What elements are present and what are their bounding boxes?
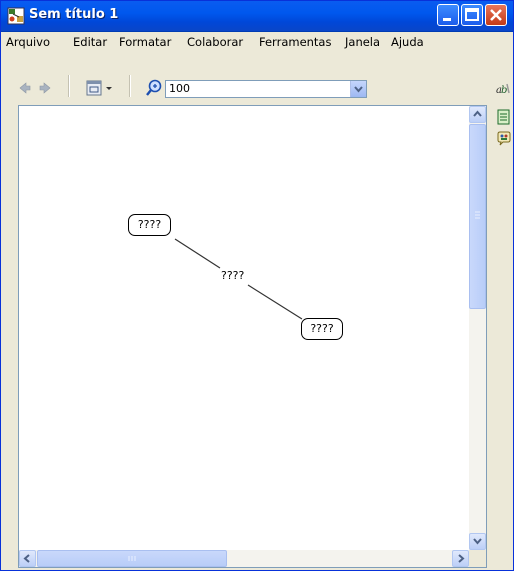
map-canvas-frame: ???? ???? ???? xyxy=(18,105,487,568)
close-button[interactable] xyxy=(485,4,507,26)
close-icon xyxy=(490,9,502,21)
menu-ajuda[interactable]: Ajuda xyxy=(391,35,424,49)
menu-arquivo[interactable]: Arquivo xyxy=(6,35,50,49)
scroll-up-button[interactable] xyxy=(469,106,486,123)
scroll-down-button[interactable] xyxy=(469,533,486,550)
zoom-icon[interactable] xyxy=(145,79,163,97)
toolbar-separator xyxy=(129,75,131,97)
back-arrow-icon[interactable] xyxy=(19,82,31,94)
chevron-right-icon xyxy=(458,554,465,563)
menu-bar: Arquivo Editar Formatar Colaborar Ferram… xyxy=(1,32,513,52)
chevron-down-icon xyxy=(473,538,482,545)
menu-ferramentas[interactable]: Ferramentas xyxy=(259,35,331,49)
chevron-up-icon xyxy=(473,110,482,117)
maximize-icon xyxy=(465,8,479,21)
zoom-dropdown-button[interactable] xyxy=(350,81,366,97)
styles-palette-icon[interactable]: a b xyxy=(495,81,511,97)
chevron-down-icon xyxy=(354,86,363,93)
concept-node[interactable]: ???? xyxy=(128,214,171,236)
horizontal-scrollbar[interactable] xyxy=(19,550,469,567)
zoom-select[interactable]: 100 xyxy=(165,80,367,98)
link-line-upper[interactable] xyxy=(174,238,221,269)
toolbar-separator xyxy=(68,75,70,97)
forward-arrow-icon[interactable] xyxy=(39,82,51,94)
zoom-value: 100 xyxy=(169,82,190,95)
concept-map-canvas[interactable]: ???? ???? ???? xyxy=(19,106,469,550)
minimize-icon xyxy=(443,18,451,21)
app-window: Sem título 1 Arquivo Editar Formatar Col… xyxy=(0,0,514,571)
minimize-button[interactable] xyxy=(437,4,459,26)
view-toggle-icon xyxy=(86,80,112,96)
collaboration-icon[interactable] xyxy=(496,131,512,147)
view-toggle-button[interactable] xyxy=(85,79,115,99)
title-bar[interactable]: Sem título 1 xyxy=(1,1,513,32)
scroll-left-button[interactable] xyxy=(19,550,36,567)
linking-phrase[interactable]: ???? xyxy=(220,270,246,282)
document-icon[interactable] xyxy=(497,109,511,125)
toolbar xyxy=(1,53,513,83)
window-title: Sem título 1 xyxy=(29,7,119,22)
chevron-left-icon xyxy=(23,554,30,563)
scroll-corner xyxy=(469,550,486,567)
menu-janela[interactable]: Janela xyxy=(345,35,380,49)
cmap-app-icon xyxy=(7,7,25,25)
grip-icon xyxy=(475,211,480,219)
menu-colaborar[interactable]: Colaborar xyxy=(187,35,243,49)
horizontal-scroll-thumb[interactable] xyxy=(37,550,227,567)
grip-icon xyxy=(128,556,136,561)
connection-lines xyxy=(174,238,303,320)
svg-text:b: b xyxy=(501,85,507,96)
menu-formatar[interactable]: Formatar xyxy=(119,35,171,49)
maximize-button[interactable] xyxy=(461,4,483,26)
vertical-scrollbar[interactable] xyxy=(469,106,486,550)
concept-node[interactable]: ???? xyxy=(301,318,343,340)
menu-editar[interactable]: Editar xyxy=(73,35,107,49)
scroll-right-button[interactable] xyxy=(452,550,469,567)
link-line-lower[interactable] xyxy=(247,284,303,320)
vertical-scroll-thumb[interactable] xyxy=(469,124,486,309)
